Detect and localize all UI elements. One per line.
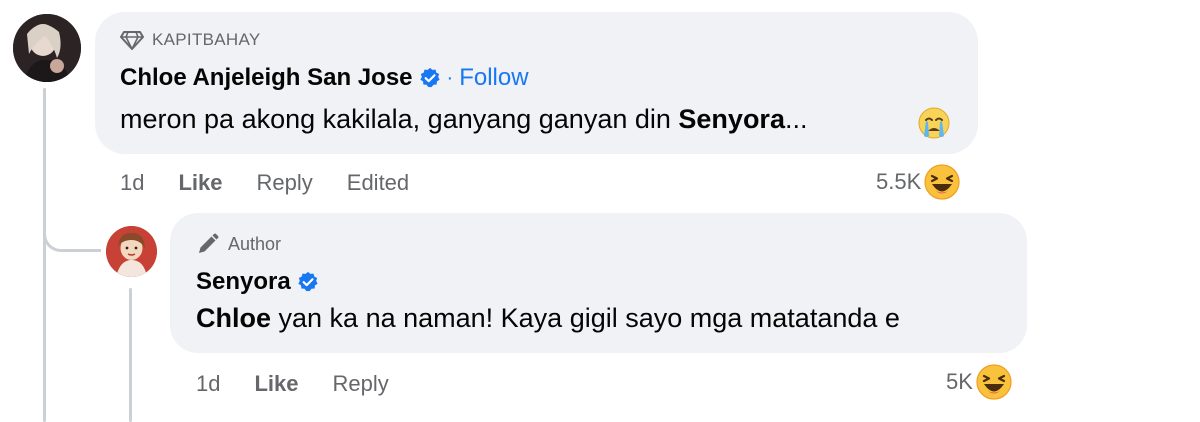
- pencil-icon: [199, 233, 219, 253]
- comment-actions: 1d Like Reply Edited: [120, 170, 443, 196]
- reply-actions: 1d Like Reply: [196, 371, 423, 397]
- avatar-chloe-image: [13, 14, 81, 82]
- comment-timestamp[interactable]: 1d: [120, 170, 144, 196]
- reply-text: Chloe yan ka na naman! Kaya gigil sayo m…: [196, 303, 900, 334]
- verified-badge-icon: [419, 67, 440, 88]
- reply-reactions[interactable]: 5K: [946, 363, 1013, 401]
- follow-separator: ·: [446, 66, 454, 89]
- comment-like-button[interactable]: Like: [178, 170, 222, 196]
- comment-edited-label[interactable]: Edited: [347, 170, 409, 196]
- reply-reply-button[interactable]: Reply: [333, 371, 389, 397]
- thread-line-main: [43, 88, 46, 422]
- comment-reply-button[interactable]: Reply: [257, 170, 313, 196]
- verified-badge-icon: [298, 271, 318, 292]
- comment-text-prefix: meron pa akong kakilala, ganyang ganyan …: [120, 104, 679, 134]
- thread-elbow-reply: [43, 200, 101, 252]
- comment-author-name[interactable]: Chloe Anjeleigh San Jose: [120, 64, 413, 92]
- comment-mention[interactable]: Senyora: [678, 104, 785, 134]
- reply-mention[interactable]: Chloe: [196, 303, 271, 333]
- comment-badge: KAPITBAHAY: [120, 30, 261, 50]
- reply-header: Senyora: [196, 268, 319, 296]
- avatar-senyora-image: [106, 226, 157, 277]
- reply-timestamp[interactable]: 1d: [196, 371, 220, 397]
- follow-button[interactable]: Follow: [459, 64, 528, 92]
- reply-badge: Author: [196, 232, 281, 256]
- comment-reactions[interactable]: 5.5K: [876, 163, 961, 201]
- crying-face-emoji-icon: [918, 107, 950, 139]
- avatar-senyora[interactable]: [106, 226, 157, 277]
- reply-text-suffix: yan ka na naman! Kaya gigil sayo mga mat…: [271, 303, 900, 333]
- comment-badge-label: KAPITBAHAY: [152, 30, 261, 49]
- comment-text-suffix: ...: [784, 104, 808, 134]
- reply-author-name[interactable]: Senyora: [196, 268, 291, 296]
- reply-like-button[interactable]: Like: [254, 371, 298, 397]
- avatar-chloe[interactable]: [13, 14, 81, 82]
- comment-header: Chloe Anjeleigh San Jose · Follow: [120, 64, 529, 92]
- diamond-icon: [120, 31, 144, 50]
- comment-reaction-count[interactable]: 5.5K: [876, 169, 921, 195]
- reply-reaction-count[interactable]: 5K: [946, 369, 973, 395]
- reply-badge-label: Author: [228, 233, 282, 254]
- thread-line-reply: [129, 288, 132, 422]
- comment-text: meron pa akong kakilala, ganyang ganyan …: [120, 104, 807, 135]
- haha-emoji-icon: [976, 364, 1012, 400]
- haha-emoji-icon: [924, 164, 960, 200]
